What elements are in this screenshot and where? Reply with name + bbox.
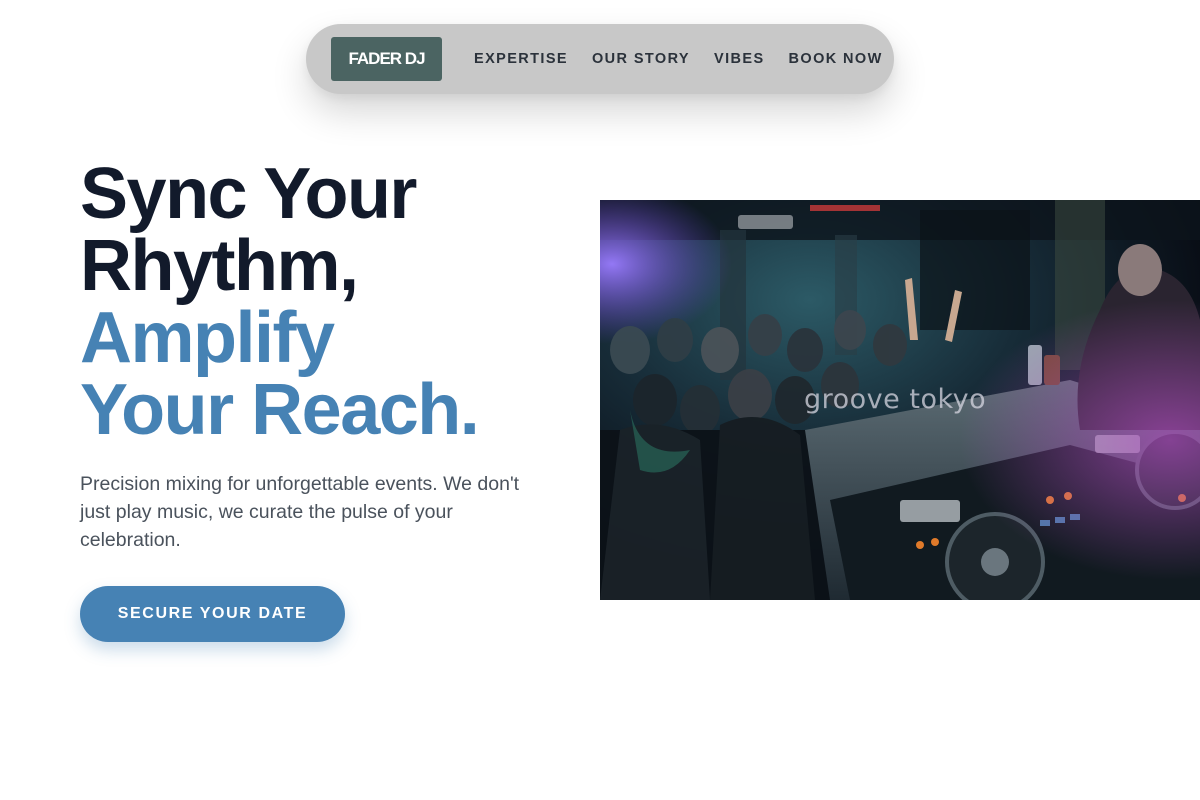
top-nav: FADER DJ EXPERTISE OUR STORY VIBES BOOK … <box>306 24 894 94</box>
hero-image: groove tokyo <box>600 200 1200 600</box>
nav-link-vibes[interactable]: VIBES <box>714 51 765 67</box>
hero-title-line: Sync Your <box>80 154 417 234</box>
logo-link[interactable]: FADER DJ <box>331 37 442 81</box>
nav-link-book-now[interactable]: BOOK NOW <box>789 51 883 67</box>
hero-title-accent-line: Amplify <box>80 298 335 378</box>
nav-links: EXPERTISE OUR STORY VIBES BOOK NOW <box>474 51 883 67</box>
image-watermark: groove tokyo <box>804 384 987 415</box>
hero-title-line: Rhythm, <box>80 226 359 306</box>
hero-title: Sync Your Rhythm, Amplify Your Reach. <box>80 154 480 450</box>
hero-subtitle: Precision mixing for unforgettable event… <box>80 473 520 551</box>
secure-your-date-button[interactable]: SECURE YOUR DATE <box>80 586 345 642</box>
landing-page: FADER DJ EXPERTISE OUR STORY VIBES BOOK … <box>0 0 1200 800</box>
nav-link-our-story[interactable]: OUR STORY <box>592 51 690 67</box>
nav-link-expertise[interactable]: EXPERTISE <box>474 51 568 67</box>
hero-title-accent-line: Your Reach. <box>80 370 480 450</box>
